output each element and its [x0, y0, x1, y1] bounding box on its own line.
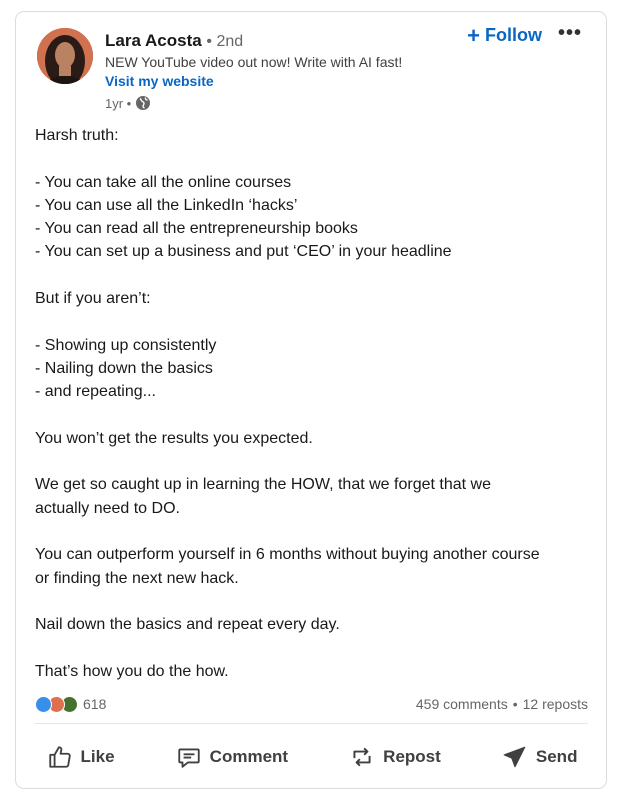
post-line: We get so caught up in learning the HOW,…	[35, 476, 491, 494]
post-line: Harsh truth:	[35, 127, 119, 144]
author-line: Lara Acosta • 2nd	[105, 31, 243, 51]
repost-button[interactable]: Repost	[339, 736, 451, 778]
post-line	[35, 147, 595, 170]
thumbs-up-icon	[48, 746, 71, 768]
more-options-icon[interactable]: •••	[558, 22, 582, 45]
post-line	[35, 404, 595, 427]
post-line: You can outperform yourself in 6 months …	[35, 546, 540, 564]
post-line: - and repeating...	[35, 383, 156, 401]
repost-icon	[353, 747, 371, 767]
post-line: actually need to DO.	[35, 499, 180, 517]
post-line: Nail down the basics and repeat every da…	[35, 616, 340, 634]
like-label: Like	[80, 747, 115, 766]
engagement-counts: 459 comments • 12 reposts	[416, 696, 588, 712]
post-line	[35, 520, 595, 543]
post-line	[35, 450, 595, 473]
divider	[35, 723, 588, 724]
post-line: - You can take all the online courses	[35, 173, 292, 191]
send-button[interactable]: Send	[492, 736, 588, 778]
post-line: - You can set up a business and put ‘CEO…	[35, 243, 452, 261]
globe-icon	[135, 95, 151, 111]
follow-label: Follow	[485, 25, 542, 45]
like-button[interactable]: Like	[37, 736, 125, 778]
plus-icon: +	[467, 22, 480, 48]
reactions-summary[interactable]: 618	[35, 695, 107, 713]
comments-count-link[interactable]: 459 comments	[416, 696, 508, 712]
post-line	[35, 310, 595, 333]
like-reaction-icon	[35, 695, 52, 713]
post-line: - Nailing down the basics	[35, 359, 213, 377]
send-icon	[503, 746, 526, 768]
post-line: - You can read all the entrepreneurship …	[35, 220, 358, 238]
visit-website-link[interactable]: Visit my website	[105, 73, 214, 89]
reaction-count: 618	[83, 696, 107, 712]
comment-button[interactable]: Comment	[166, 736, 298, 778]
comment-label: Comment	[209, 747, 289, 766]
post-line: - You can use all the LinkedIn ‘hacks’	[35, 196, 298, 214]
post-line	[35, 264, 595, 287]
post-line: But if you aren’t:	[35, 290, 151, 308]
follow-button[interactable]: + Follow	[467, 22, 542, 48]
avatar-image	[37, 28, 93, 84]
post-card: Lara Acosta • 2nd NEW YouTube video out …	[15, 11, 607, 789]
post-line: You won’t get the results you expected.	[35, 429, 313, 447]
post-line: That’s how you do the how.	[35, 662, 229, 680]
post-text: Harsh truth: - You can take all the onlin…	[35, 124, 595, 683]
count-separator: •	[512, 696, 518, 712]
send-label: Send	[535, 747, 578, 766]
post-line	[35, 637, 595, 660]
social-counts: 618 459 comments • 12 reposts	[35, 692, 588, 716]
post-line: - Showing up consistently	[35, 336, 217, 354]
post-age: 1yr •	[105, 95, 132, 111]
avatar[interactable]	[37, 28, 93, 84]
repost-label: Repost	[383, 747, 441, 766]
connection-degree: • 2nd	[206, 33, 244, 50]
reposts-count-link[interactable]: 12 reposts	[523, 696, 588, 712]
post-line	[35, 590, 595, 613]
author-name[interactable]: Lara Acosta	[105, 31, 202, 50]
post-meta: 1yr •	[105, 95, 151, 111]
comment-icon	[178, 748, 200, 768]
action-bar: Like Comment Repost Send	[16, 732, 608, 782]
post-line: or finding the next new hack.	[35, 569, 239, 587]
author-tagline: NEW YouTube video out now! Write with AI…	[105, 54, 403, 70]
